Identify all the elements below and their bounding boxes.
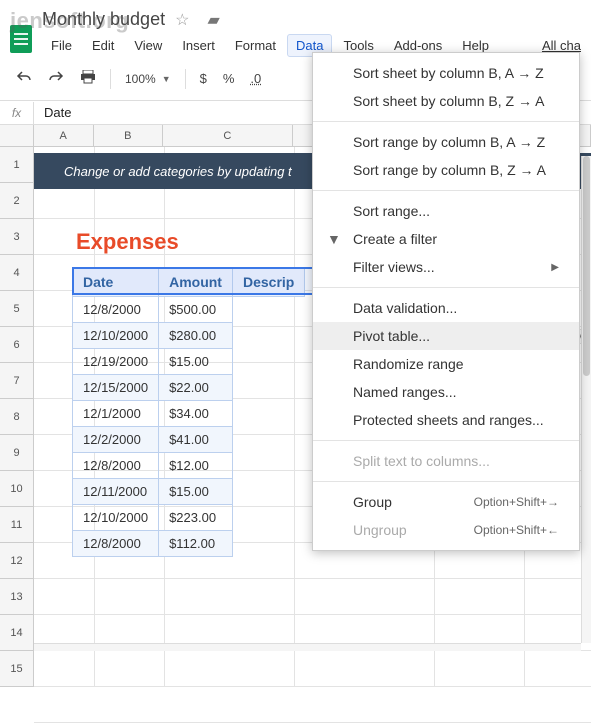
title-bar: Monthly budget ☆ ▰ FileEditViewInsertFor… bbox=[0, 0, 591, 59]
table-row[interactable]: 12/11/2000$15.00 bbox=[73, 479, 305, 505]
row-header[interactable]: 7 bbox=[0, 363, 33, 399]
row-header[interactable]: 9 bbox=[0, 435, 33, 471]
menu-item-label: Sort sheet by column B, A → Z bbox=[353, 65, 544, 81]
section-title: Expenses bbox=[76, 229, 179, 255]
menu-item-split-text-to-columns: Split text to columns... bbox=[313, 447, 579, 475]
horizontal-scrollbar[interactable] bbox=[34, 643, 581, 651]
row-headers: 123456789101112131415 bbox=[0, 147, 34, 687]
menu-item-label: Named ranges... bbox=[353, 384, 457, 400]
menu-item-label: Filter views... bbox=[353, 259, 435, 275]
column-header-B[interactable]: B bbox=[94, 125, 164, 146]
menu-item-sort-range-by-column-b-a-z[interactable]: Sort range by column B, A → Z bbox=[313, 128, 579, 156]
table-row[interactable]: 12/8/2000$12.00 bbox=[73, 453, 305, 479]
format-percent-button[interactable]: % bbox=[217, 67, 241, 90]
menu-item-randomize-range[interactable]: Randomize range bbox=[313, 350, 579, 378]
row-header[interactable]: 11 bbox=[0, 507, 33, 543]
fx-label: fx bbox=[0, 102, 34, 124]
format-currency-button[interactable]: $ bbox=[194, 67, 213, 90]
column-header-C[interactable]: C bbox=[163, 125, 292, 146]
row-header[interactable]: 4 bbox=[0, 255, 33, 291]
menu-format[interactable]: Format bbox=[226, 34, 285, 57]
redo-button[interactable] bbox=[42, 65, 70, 92]
decrease-decimal-button[interactable]: .0 bbox=[244, 67, 267, 90]
menu-item-group[interactable]: Group Option+Shift+→ bbox=[313, 488, 579, 516]
menu-item-ungroup: Ungroup Option+Shift+← bbox=[313, 516, 579, 544]
sheets-logo-icon[interactable] bbox=[10, 25, 32, 53]
data-menu-dropdown: Sort sheet by column B, A → Z Sort sheet … bbox=[312, 52, 580, 551]
row-header[interactable]: 6 bbox=[0, 327, 33, 363]
table-row[interactable]: 12/2/2000$41.00 bbox=[73, 427, 305, 453]
table-row[interactable]: 12/19/2000$15.00 bbox=[73, 349, 305, 375]
row-header[interactable]: 2 bbox=[0, 183, 33, 219]
menu-item-filter-views[interactable]: Filter views... ▶ bbox=[313, 253, 579, 281]
menu-file[interactable]: File bbox=[42, 34, 81, 57]
shortcut-label: Option+Shift+→ bbox=[456, 495, 559, 509]
menu-item-pivot-table[interactable]: Pivot table... bbox=[313, 322, 579, 350]
menu-item-data-validation[interactable]: Data validation... bbox=[313, 294, 579, 322]
row-header[interactable]: 1 bbox=[0, 147, 33, 183]
menu-separator bbox=[313, 121, 579, 122]
expense-table: DateAmountDescrip12/8/2000$500.0012/10/2… bbox=[72, 267, 305, 557]
submenu-arrow-icon: ▶ bbox=[551, 262, 559, 273]
menu-item-label: Data validation... bbox=[353, 300, 457, 316]
menu-item-label: Sort range by column B, Z → A bbox=[353, 162, 546, 178]
table-row[interactable]: 12/8/2000$500.00 bbox=[73, 297, 305, 323]
menu-item-label: Create a filter bbox=[353, 231, 437, 247]
select-all-cell[interactable] bbox=[0, 125, 34, 146]
folder-icon[interactable]: ▰ bbox=[207, 10, 219, 30]
shortcut-label: Option+Shift+← bbox=[456, 523, 559, 537]
table-row[interactable]: 12/8/2000$112.00 bbox=[73, 531, 305, 557]
column-header-A[interactable]: A bbox=[34, 125, 94, 146]
row-header[interactable]: 15 bbox=[0, 651, 33, 687]
menu-separator bbox=[313, 481, 579, 482]
star-icon[interactable]: ☆ bbox=[175, 10, 189, 30]
table-row[interactable]: 12/1/2000$34.00 bbox=[73, 401, 305, 427]
vertical-scrollbar[interactable] bbox=[581, 156, 591, 643]
menu-edit[interactable]: Edit bbox=[83, 34, 123, 57]
row-header[interactable]: 10 bbox=[0, 471, 33, 507]
menu-item-label: Protected sheets and ranges... bbox=[353, 412, 544, 428]
row-header[interactable]: 3 bbox=[0, 219, 33, 255]
menu-item-label: Randomize range bbox=[353, 356, 464, 372]
menu-separator bbox=[313, 287, 579, 288]
row-header[interactable]: 14 bbox=[0, 615, 33, 651]
table-row[interactable]: 12/10/2000$280.00 bbox=[73, 323, 305, 349]
menu-item-label: Sort range... bbox=[353, 203, 430, 219]
menu-item-label: Pivot table... bbox=[353, 328, 430, 344]
menu-item-create-a-filter[interactable]: ▼ Create a filter bbox=[313, 225, 579, 253]
menu-item-label: Split text to columns... bbox=[353, 453, 490, 469]
menu-item-protected-sheets-and-ranges[interactable]: Protected sheets and ranges... bbox=[313, 406, 579, 434]
row-header[interactable]: 12 bbox=[0, 543, 33, 579]
menu-view[interactable]: View bbox=[125, 34, 171, 57]
menu-item-label: Sort sheet by column B, Z → A bbox=[353, 93, 544, 109]
table-row[interactable]: 12/15/2000$22.00 bbox=[73, 375, 305, 401]
filter-icon: ▼ bbox=[327, 231, 343, 247]
menu-insert[interactable]: Insert bbox=[173, 34, 224, 57]
menu-item-label: Ungroup bbox=[353, 522, 407, 538]
zoom-select[interactable]: 100%▼ bbox=[119, 68, 177, 90]
document-title[interactable]: Monthly budget bbox=[42, 7, 167, 30]
menu-item-sort-sheet-by-column-b-a-z[interactable]: Sort sheet by column B, A → Z bbox=[313, 59, 579, 87]
cell-selection bbox=[72, 267, 330, 295]
undo-button[interactable] bbox=[10, 65, 38, 92]
menu-item-sort-range-by-column-b-z-a[interactable]: Sort range by column B, Z → A bbox=[313, 156, 579, 184]
menu-item-label: Group bbox=[353, 494, 392, 510]
menu-separator bbox=[313, 440, 579, 441]
row-header[interactable]: 5 bbox=[0, 291, 33, 327]
menu-separator bbox=[313, 190, 579, 191]
menu-item-label: Sort range by column B, A → Z bbox=[353, 134, 545, 150]
menu-item-sort-sheet-by-column-b-z-a[interactable]: Sort sheet by column B, Z → A bbox=[313, 87, 579, 115]
print-button[interactable] bbox=[74, 66, 102, 91]
row-header[interactable]: 13 bbox=[0, 579, 33, 615]
table-row[interactable]: 12/10/2000$223.00 bbox=[73, 505, 305, 531]
row-header[interactable]: 8 bbox=[0, 399, 33, 435]
menu-item-sort-range[interactable]: Sort range... bbox=[313, 197, 579, 225]
menu-item-named-ranges[interactable]: Named ranges... bbox=[313, 378, 579, 406]
